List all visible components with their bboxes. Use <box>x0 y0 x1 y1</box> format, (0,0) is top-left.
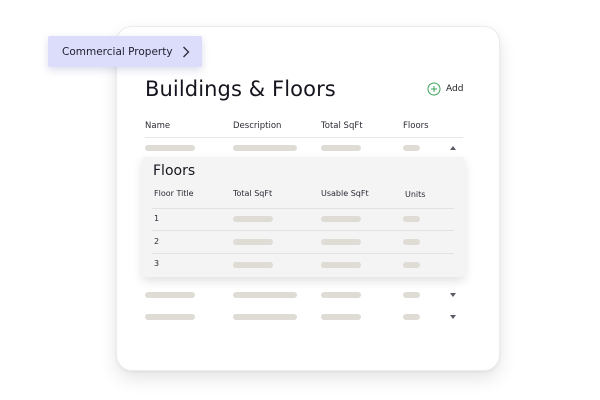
total-sqft-placeholder <box>233 216 273 222</box>
floor-title: 1 <box>154 214 160 223</box>
description-placeholder <box>233 145 297 151</box>
page-title: Buildings & Floors <box>145 77 336 101</box>
add-button[interactable]: Add <box>427 82 463 96</box>
floors-header-floor-title: Floor Title <box>154 189 194 198</box>
floors-panel: Floors Floor Title Total SqFt Usable SqF… <box>142 157 465 277</box>
description-placeholder <box>233 292 297 298</box>
floors-header-units: Units <box>405 190 426 199</box>
total-sqft-placeholder <box>321 145 361 151</box>
units-placeholder <box>403 262 420 268</box>
floor-title: 3 <box>154 259 160 268</box>
total-sqft-placeholder <box>233 239 273 245</box>
breadcrumb-label: Commercial Property <box>62 45 173 58</box>
column-header-description: Description <box>233 121 282 131</box>
caret-down-icon[interactable] <box>450 293 456 297</box>
caret-up-icon[interactable] <box>450 146 456 150</box>
name-placeholder <box>145 314 195 320</box>
floors-header-usable-sqft: Usable SqFt <box>321 189 369 198</box>
add-button-label: Add <box>446 84 464 94</box>
total-sqft-placeholder <box>321 314 361 320</box>
stage: Commercial Property Buildings & Floors A… <box>0 0 600 400</box>
usable-sqft-placeholder <box>321 239 361 245</box>
floor-row-divider <box>152 253 454 254</box>
floors-placeholder <box>403 314 420 320</box>
usable-sqft-placeholder <box>321 216 361 222</box>
floor-row-divider <box>152 230 454 231</box>
chevron-right-icon[interactable] <box>180 46 192 58</box>
column-header-floors: Floors <box>403 121 429 131</box>
column-header-total-sqft: Total SqFt <box>321 121 363 131</box>
plus-circle-icon <box>427 82 441 96</box>
name-placeholder <box>145 145 195 151</box>
description-placeholder <box>233 314 297 320</box>
caret-down-icon[interactable] <box>450 315 456 319</box>
units-placeholder <box>403 216 420 222</box>
total-sqft-placeholder <box>233 262 273 268</box>
floors-title: Floors <box>153 163 196 179</box>
header-divider <box>145 137 463 138</box>
floors-placeholder <box>403 292 420 298</box>
column-header-name: Name <box>145 121 171 131</box>
floors-header-divider <box>152 208 454 209</box>
floors-header-total-sqft: Total SqFt <box>233 189 273 198</box>
floor-title: 2 <box>154 237 160 246</box>
usable-sqft-placeholder <box>321 262 361 268</box>
breadcrumb[interactable]: Commercial Property <box>48 36 202 67</box>
total-sqft-placeholder <box>321 292 361 298</box>
floors-placeholder <box>403 145 420 151</box>
name-placeholder <box>145 292 195 298</box>
units-placeholder <box>403 239 420 245</box>
